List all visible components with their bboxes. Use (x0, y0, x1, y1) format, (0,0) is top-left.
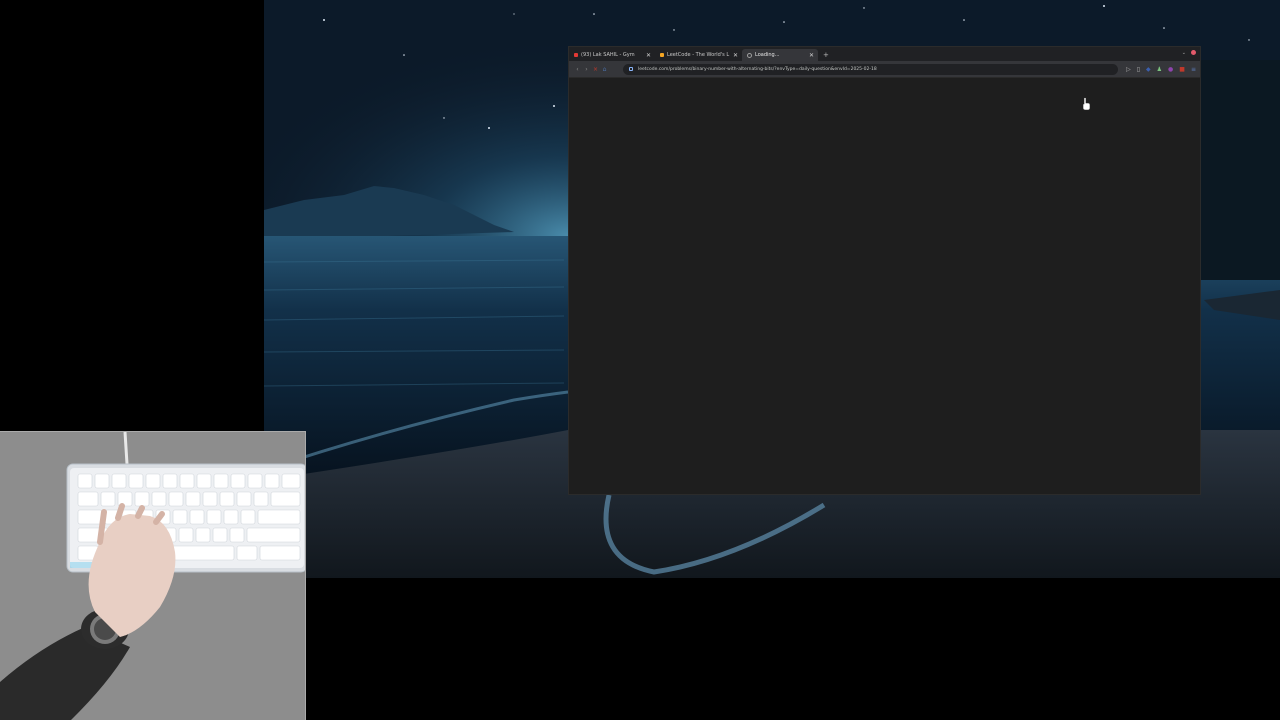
leetcode-favicon-icon (660, 53, 664, 57)
forward-icon[interactable]: › (582, 66, 591, 73)
browser-toolbar: ‹ › × ⌂ leetcode.com/problems/binary-num… (569, 61, 1200, 78)
extensions-icon[interactable]: ◆ (1146, 66, 1151, 73)
reload-icon[interactable]: × (591, 66, 600, 73)
lock-icon[interactable] (629, 67, 633, 71)
tab-title: (93) Lak SAHIL - Gym (581, 52, 635, 58)
minimize-icon[interactable]: ⌄ (1182, 50, 1186, 56)
hand-cursor-icon (1082, 97, 1091, 111)
address-bar[interactable]: leetcode.com/problems/binary-number-with… (623, 63, 1119, 75)
close-tab-icon[interactable]: ✕ (809, 52, 814, 59)
tab-leetcode[interactable]: LeetCode - The World's L ✕ (655, 49, 742, 61)
toolbar-icons: ▷ ▯ ◆ ♟ ● ■ ≡ (1126, 66, 1196, 73)
tab-title: Loading... (755, 52, 780, 58)
close-tab-icon[interactable]: ✕ (646, 52, 651, 59)
youtube-favicon-icon (574, 53, 578, 57)
webcam-overlay (0, 431, 306, 720)
menu-icon[interactable]: ≡ (1191, 66, 1196, 73)
profile-icon[interactable]: ♟ (1157, 66, 1162, 73)
tab-strip: (93) Lak SAHIL - Gym ✕ LeetCode - The Wo… (569, 47, 1200, 61)
cast-icon[interactable]: ▷ (1126, 66, 1131, 73)
window-close-icon[interactable] (1191, 50, 1196, 55)
extension-badge-icon[interactable]: ■ (1179, 66, 1185, 73)
tab-title: LeetCode - The World's L (667, 52, 730, 58)
close-tab-icon[interactable]: ✕ (733, 52, 738, 59)
browser-window: (93) Lak SAHIL - Gym ✕ LeetCode - The Wo… (568, 46, 1201, 495)
account-avatar-icon[interactable]: ● (1168, 66, 1173, 73)
bookmark-icon[interactable]: ▯ (1137, 66, 1140, 73)
page-content[interactable] (569, 78, 1200, 494)
home-icon[interactable]: ⌂ (600, 66, 609, 73)
back-icon[interactable]: ‹ (573, 66, 582, 73)
loading-spinner-icon (747, 52, 752, 58)
new-tab-button[interactable]: + (818, 49, 834, 61)
window-controls: ⌄ (1182, 50, 1196, 56)
tab-youtube[interactable]: (93) Lak SAHIL - Gym ✕ (569, 49, 655, 61)
tab-loading[interactable]: Loading... ✕ (742, 49, 818, 61)
url-text: leetcode.com/problems/binary-number-with… (638, 66, 877, 72)
screen: (93) Lak SAHIL - Gym ✕ LeetCode - The Wo… (0, 0, 1280, 720)
